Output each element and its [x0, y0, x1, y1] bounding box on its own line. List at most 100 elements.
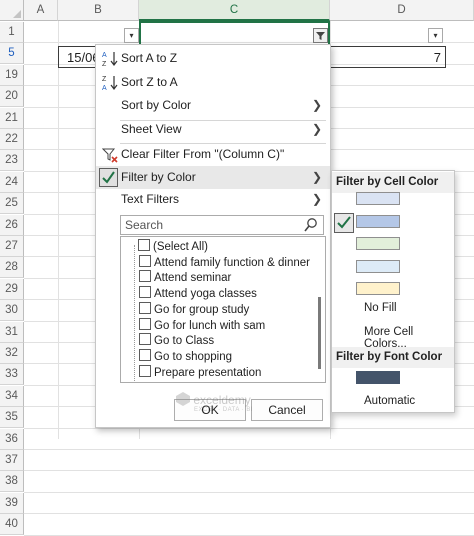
cancel-button[interactable]: Cancel: [251, 399, 323, 421]
filter-by-color-label: Filter by Color: [121, 170, 196, 184]
column-header-d[interactable]: D: [330, 0, 474, 21]
filter-by-color[interactable]: Filter by Color ❯: [96, 166, 330, 189]
row-header[interactable]: 1: [0, 22, 24, 43]
clear-filter-label: Clear Filter From "(Column C)": [121, 147, 285, 161]
chevron-right-icon: ❯: [311, 170, 322, 184]
row-header[interactable]: 20: [0, 86, 24, 108]
row-header[interactable]: 27: [0, 236, 24, 257]
row-header[interactable]: 30: [0, 300, 24, 322]
search-input[interactable]: Search: [120, 215, 324, 235]
filter-dropdown-c[interactable]: [313, 28, 328, 43]
filter-list-item[interactable]: Attend family function & dinner: [139, 254, 310, 271]
row-header[interactable]: 28: [0, 257, 24, 279]
sheet-view-label: Sheet View: [121, 122, 182, 136]
row-header[interactable]: 29: [0, 278, 24, 300]
selected-header-cell[interactable]: [139, 21, 330, 44]
checkbox[interactable]: [139, 333, 151, 346]
row-header[interactable]: 39: [0, 492, 24, 514]
column-header-b[interactable]: B: [58, 0, 139, 21]
selected-color-check: [334, 213, 354, 233]
checkbox[interactable]: [139, 364, 151, 377]
chevron-down-icon: ▾: [433, 31, 438, 40]
sort-ascending-icon: A Z: [102, 52, 118, 67]
filter-list-item[interactable]: Go for group study: [139, 301, 249, 318]
cell-color-swatch[interactable]: [356, 237, 400, 250]
row-header[interactable]: 36: [0, 428, 24, 450]
row-header[interactable]: 34: [0, 385, 24, 407]
row-header[interactable]: 24: [0, 171, 24, 193]
sort-by-color-label: Sort by Color: [121, 98, 192, 112]
svg-text:Z: Z: [102, 61, 107, 67]
no-fill-option[interactable]: No Fill: [364, 302, 397, 314]
chevron-down-icon: ▾: [129, 31, 134, 40]
row-header[interactable]: 23: [0, 150, 24, 172]
select-all-corner[interactable]: [0, 0, 24, 21]
scrollbar-thumb[interactable]: [318, 297, 321, 369]
row-header[interactable]: 22: [0, 129, 24, 150]
filter-dropdown-d[interactable]: ▾: [428, 28, 443, 43]
filter-list-item[interactable]: Go for lunch with sam: [139, 317, 266, 334]
row-header[interactable]: 37: [0, 450, 24, 471]
sort-by-color[interactable]: Sort by Color ❯: [96, 94, 330, 117]
sort-z-to-a-label: Sort Z to A: [121, 75, 178, 89]
filter-value-list: (Select All) Attend family function & din…: [120, 236, 326, 383]
filter-list-item-label: Go to Class: [154, 335, 215, 348]
sort-a-to-z[interactable]: A Z Sort A to Z: [96, 47, 330, 70]
checkbox[interactable]: [139, 317, 151, 330]
filter-list-item[interactable]: Attend yoga classes: [139, 286, 257, 302]
row-header[interactable]: 31: [0, 321, 24, 343]
row-header[interactable]: 25: [0, 193, 24, 215]
filter-list-item[interactable]: (Select All): [138, 239, 208, 255]
filter-list-item-label: Attend seminar: [154, 272, 232, 285]
svg-text:Z: Z: [102, 76, 107, 83]
sort-descending-icon: Z A: [102, 76, 118, 91]
row-header[interactable]: 19: [0, 64, 24, 86]
filter-list-item[interactable]: Attend seminar: [139, 270, 231, 286]
row-header[interactable]: 26: [0, 214, 24, 236]
text-filters-label: Text Filters: [121, 192, 180, 206]
sheet-view[interactable]: Sheet View ❯: [96, 118, 330, 141]
text-filters[interactable]: Text Filters ❯: [96, 188, 330, 211]
font-color-swatch[interactable]: [356, 371, 400, 384]
row-header[interactable]: 21: [0, 107, 24, 129]
cell-d5[interactable]: 7: [330, 46, 446, 68]
row-header[interactable]: 33: [0, 364, 24, 386]
filter-list-item-label: Go to shopping: [154, 350, 233, 363]
filter-list-item-label: Go for lunch with sam: [154, 319, 266, 332]
filter-list-item-label: Attend family function & dinner: [154, 256, 310, 269]
cell-color-swatch[interactable]: [356, 192, 400, 205]
filter-dropdown-b[interactable]: ▾: [124, 28, 139, 43]
checkmark-icon: [99, 168, 118, 187]
column-header-a[interactable]: A: [24, 0, 58, 21]
chevron-right-icon: ❯: [311, 192, 322, 206]
funnel-icon: [316, 32, 325, 40]
checkmark-icon: [337, 216, 351, 229]
automatic-option[interactable]: Automatic: [364, 395, 415, 407]
column-header-c[interactable]: C: [139, 0, 330, 21]
clear-filter[interactable]: Clear Filter From "(Column C)": [96, 143, 330, 166]
row-header[interactable]: 38: [0, 471, 24, 493]
filter-list-item-label: (Select All): [153, 241, 208, 253]
row-header[interactable]: 32: [0, 343, 24, 364]
cell-color-swatch[interactable]: [356, 214, 400, 228]
checkbox[interactable]: [139, 286, 151, 299]
row-header[interactable]: 35: [0, 407, 24, 429]
filter-by-color-submenu: Filter by Cell Color No Fill More Cell C…: [331, 170, 455, 413]
filter-list-item[interactable]: Go to Class: [139, 333, 214, 349]
checkbox[interactable]: [139, 348, 151, 361]
filter-list-item[interactable]: Go to shopping: [139, 348, 233, 365]
cell-color-header: Filter by Cell Color: [332, 172, 454, 193]
checkbox[interactable]: [138, 239, 150, 251]
cell-color-swatch[interactable]: [356, 282, 400, 295]
checkbox[interactable]: [139, 270, 151, 283]
font-color-header: Filter by Font Color: [332, 347, 454, 368]
autofilter-menu: A Z Sort A to Z Z A Sort Z to A Sort by …: [95, 44, 331, 428]
row-header[interactable]: 5: [0, 43, 24, 65]
sort-z-to-a[interactable]: Z A Sort Z to A: [96, 71, 330, 94]
row-header[interactable]: 40: [0, 514, 24, 536]
checkbox[interactable]: [139, 254, 151, 267]
filter-list-item[interactable]: Prepare presentation: [139, 364, 261, 381]
checkbox[interactable]: [139, 301, 151, 314]
watermark-name: exceldemy: [193, 393, 251, 407]
cell-color-swatch[interactable]: [356, 259, 400, 273]
